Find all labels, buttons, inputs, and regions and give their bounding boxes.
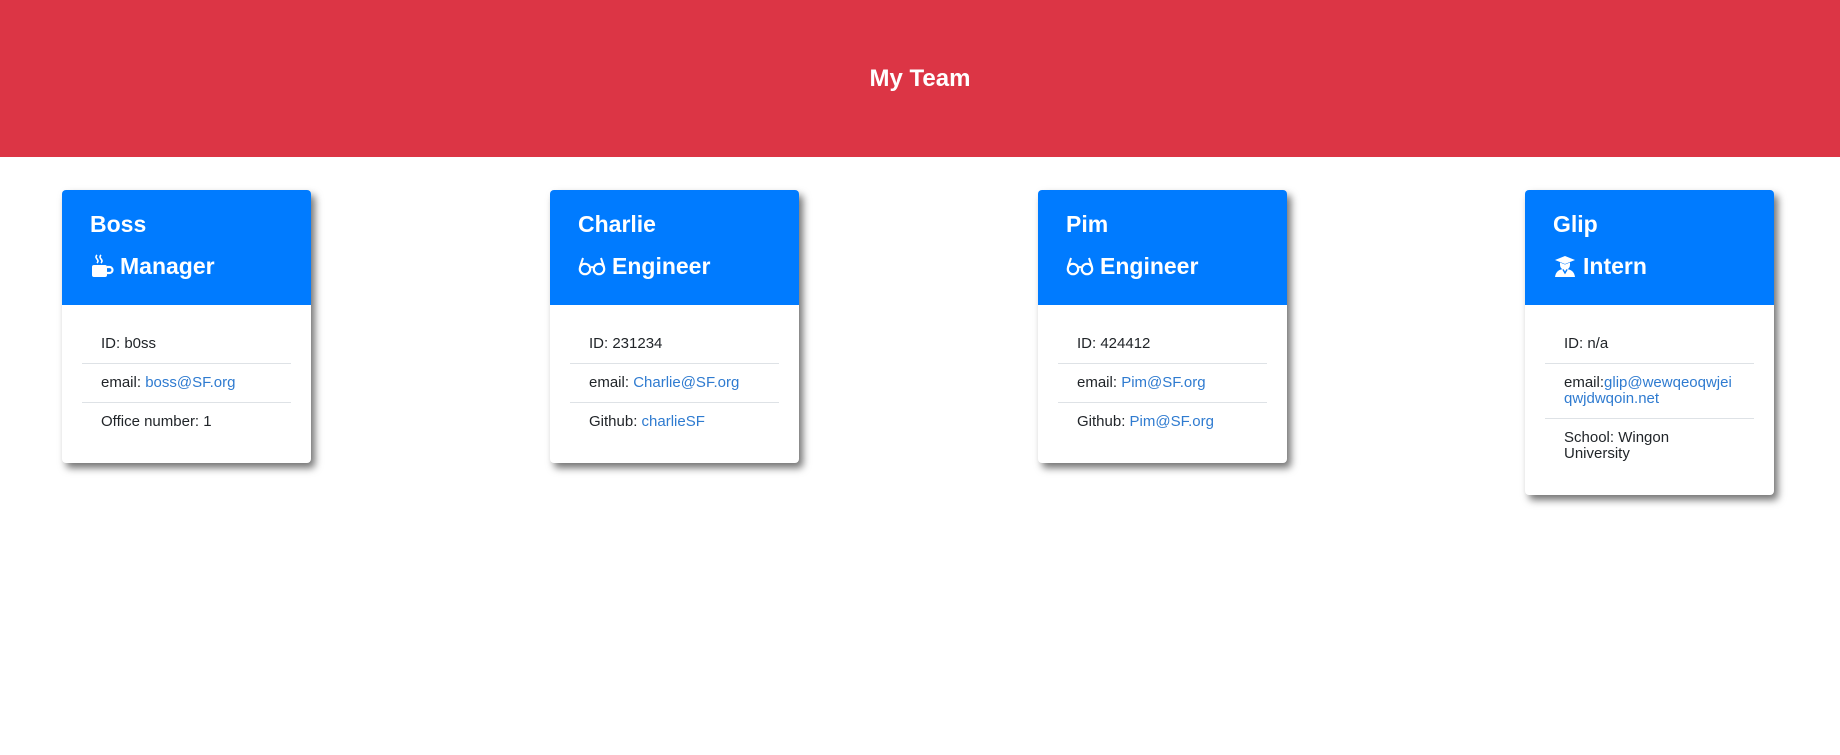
- card-header: Charlie Engineer: [550, 190, 799, 305]
- employee-id: ID: b0ss: [82, 325, 291, 364]
- employee-id: ID: 231234: [570, 325, 779, 364]
- employee-name: Charlie: [578, 211, 656, 237]
- employee-office-number: Office number: 1: [82, 403, 291, 441]
- employee-role: Engineer: [1066, 252, 1259, 280]
- id-value: 231234: [612, 335, 663, 352]
- employee-email: email: Charlie@SF.org: [570, 364, 779, 403]
- employee-school: School: Wingon University: [1545, 419, 1754, 473]
- card-body: ID: 231234 email: Charlie@SF.org Github:…: [550, 305, 799, 463]
- glasses-icon: [1066, 257, 1094, 276]
- card-body: ID: n/a email:glip@wewqeoqwjeiqwjdwqoin.…: [1525, 305, 1774, 495]
- card-body: ID: b0ss email: boss@SF.org Office numbe…: [62, 305, 311, 463]
- employee-card-manager: Boss Manager ID: b0ss email: boss@SF.org…: [62, 190, 311, 463]
- github-link[interactable]: Pim@SF.org: [1130, 413, 1214, 430]
- employee-card-engineer: Charlie Engineer ID: 231234 email: Charl…: [550, 190, 799, 463]
- employee-name: Boss: [90, 211, 147, 237]
- employee-role-label: Engineer: [612, 253, 711, 279]
- employee-email: email: Pim@SF.org: [1058, 364, 1267, 403]
- id-label: ID:: [589, 335, 613, 352]
- email-label: email:: [589, 374, 634, 391]
- employee-name: Pim: [1066, 211, 1109, 237]
- card-header: Pim Engineer: [1038, 190, 1287, 305]
- github-label: Github:: [589, 413, 642, 430]
- employee-github: Github: charlieSF: [570, 403, 779, 441]
- email-link[interactable]: Charlie@SF.org: [633, 374, 739, 391]
- mug-icon: [92, 254, 114, 277]
- office-number-value: 1: [203, 413, 212, 430]
- card-body: ID: 424412 email: Pim@SF.org Github: Pim…: [1038, 305, 1287, 463]
- page-header: My Team: [0, 0, 1840, 157]
- github-link[interactable]: charlieSF: [642, 413, 705, 430]
- glasses-icon: [578, 257, 606, 276]
- employee-role-label: Intern: [1583, 253, 1647, 279]
- email-label: email:: [101, 374, 146, 391]
- employee-card-intern: Glip Intern ID: n/a email:glip@wewqeoqwj…: [1525, 190, 1774, 495]
- email-label: email:: [1077, 374, 1122, 391]
- card-header: Boss Manager: [62, 190, 311, 305]
- employee-card-engineer: Pim Engineer ID: 424412 email: Pim@SF.or…: [1038, 190, 1287, 463]
- graduate-icon: [1555, 256, 1575, 277]
- employee-github: Github: Pim@SF.org: [1058, 403, 1267, 441]
- github-label: Github:: [1077, 413, 1130, 430]
- employee-email: email: boss@SF.org: [82, 364, 291, 403]
- id-label: ID:: [101, 335, 125, 352]
- id-label: ID:: [1564, 335, 1588, 352]
- employee-role-label: Engineer: [1100, 253, 1199, 279]
- employee-role: Intern: [1553, 252, 1746, 280]
- team-cards-container: Boss Manager ID: b0ss email: boss@SF.org…: [0, 157, 1840, 755]
- id-label: ID:: [1077, 335, 1101, 352]
- employee-name: Glip: [1553, 211, 1598, 237]
- employee-id: ID: 424412: [1058, 325, 1267, 364]
- id-value: n/a: [1587, 335, 1609, 352]
- employee-role-label: Manager: [120, 253, 215, 279]
- employee-role: Engineer: [578, 252, 771, 280]
- page-title: My Team: [869, 64, 971, 92]
- id-value: b0ss: [124, 335, 157, 352]
- office-number-label: Office number:: [101, 413, 204, 430]
- employee-email: email:glip@wewqeoqwjeiqwjdwqoin.net: [1545, 364, 1754, 419]
- email-link[interactable]: Pim@SF.org: [1121, 374, 1205, 391]
- email-label: email:: [1564, 374, 1605, 391]
- id-value: 424412: [1100, 335, 1151, 352]
- card-header: Glip Intern: [1525, 190, 1774, 305]
- employee-role: Manager: [90, 252, 283, 280]
- school-label: School:: [1564, 429, 1619, 446]
- employee-id: ID: n/a: [1545, 325, 1754, 364]
- email-link[interactable]: boss@SF.org: [145, 374, 235, 391]
